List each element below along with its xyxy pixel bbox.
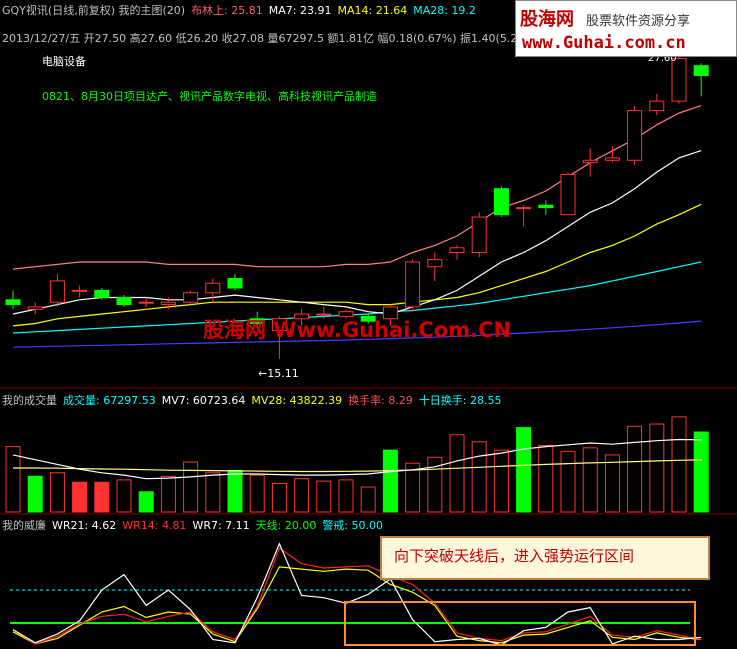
candle-body: [27, 306, 43, 310]
logo-url: www.Guhai.com.cn: [522, 33, 686, 53]
candle-body: [5, 299, 21, 306]
candle-body: [560, 173, 576, 216]
mv7-value: MV7: 60723.64: [161, 394, 246, 407]
candle-body: [138, 301, 154, 304]
low-label: ←15.11: [258, 367, 299, 380]
volume-bar: [294, 478, 310, 513]
wr-title: 我的威廉: [2, 519, 46, 532]
sky-line-value: 天线: 20.00: [255, 519, 317, 532]
mv28-value: MV28: 43822.39: [251, 394, 343, 407]
volume-bar: [160, 475, 176, 513]
volume-bar: [582, 447, 598, 513]
volume-bar: [493, 449, 509, 513]
boll-value: 布林上: 25.81: [191, 4, 263, 17]
volume-bar: [649, 423, 665, 513]
volume-bar: [671, 416, 687, 513]
ma7-line: [12, 150, 702, 315]
ohlc-info: 2013/12/27/五 开27.50 高27.60 低26.20 收27.08…: [2, 32, 518, 45]
candle-body: [627, 110, 643, 161]
candle-body: [94, 289, 110, 298]
volume-bar: [560, 450, 576, 513]
volume-bar: [94, 481, 110, 513]
ma28-value: MA28: 19.2: [413, 4, 476, 17]
volume-value: 成交量: 67297.53: [63, 394, 156, 407]
volume-bar: [271, 482, 287, 513]
annotation-box: 向下突破天线后，进入强势运行区间: [380, 536, 710, 580]
candle-body: [516, 207, 532, 210]
candle-body: [493, 188, 509, 216]
volume-title: 我的成交量: [2, 394, 57, 407]
sector-label: 电脑设备: [42, 55, 86, 68]
volume-bar: [49, 472, 65, 513]
volume-bar: [116, 479, 132, 513]
candle-body: [582, 159, 598, 164]
volume-bar: [227, 469, 243, 513]
ma7-value: MA7: 23.91: [268, 4, 332, 17]
candle-body: [72, 289, 88, 292]
wr7-value: WR7: 7.11: [192, 519, 250, 532]
turnover10-value: 十日换手: 28.55: [418, 394, 502, 407]
main-header: GQY视讯(日线,前复权) 我的主图(20) 布林上: 25.81 MA7: 23.…: [2, 2, 482, 18]
volume-bar: [249, 474, 265, 513]
candle-body: [405, 261, 421, 308]
candle-body: [538, 204, 554, 209]
logo-slogan: 股票软件资源分享: [586, 14, 691, 29]
ma14-value: MA14: 21.64: [337, 4, 408, 17]
candle-body: [227, 278, 243, 289]
logo-name: 股海网: [520, 9, 574, 30]
candle-body: [604, 157, 620, 161]
volume-bar: [449, 434, 465, 513]
volume-bar: [693, 431, 709, 513]
volume-bar: [627, 425, 643, 513]
boll-upper-line: [12, 105, 702, 270]
watermark: 股海网 Www.Guhai.Com.CN: [203, 318, 512, 342]
volume-bar: [382, 449, 398, 513]
candle-body: [649, 100, 665, 112]
mv28-line: [13, 459, 702, 473]
candle-body: [49, 280, 65, 303]
volume-bar: [316, 480, 332, 513]
candle-body: [671, 58, 687, 102]
volume-bar: [205, 472, 221, 513]
wr21-value: WR21: 4.62: [52, 519, 117, 532]
volume-header: 我的成交量 成交量: 67297.53 MV7: 60723.64 MV28: 438…: [2, 392, 508, 408]
volume-bar: [27, 475, 43, 513]
volume-bar: [138, 491, 154, 513]
candle-body: [693, 65, 709, 77]
volume-bar: [471, 441, 487, 513]
volume-bar: [360, 486, 376, 513]
ma14-line: [12, 203, 702, 327]
desc-label: 0821、8月30日项目达产、视讯产品数字电视、高科技视讯产品制造: [42, 90, 377, 103]
candle-body: [471, 216, 487, 254]
wr-header: 我的威廉 WR21: 4.62 WR14: 4.81 WR7: 7.11 天线: 20.…: [2, 517, 389, 533]
candle-body: [160, 301, 176, 306]
volume-bar: [538, 444, 554, 513]
mv7-line: [12, 438, 702, 480]
volume-bar: [338, 479, 354, 513]
volume-bar: [183, 461, 199, 513]
chart-title: GQY视讯(日线,前复权) 我的主图(20): [2, 4, 186, 17]
candle-body: [116, 296, 132, 306]
candle-body: [427, 259, 443, 268]
candle-body: [449, 247, 465, 254]
turnover-value: 换手率: 8.29: [348, 394, 413, 407]
volume-bar: [604, 454, 620, 513]
candle-body: [183, 292, 199, 303]
wr14-value: WR14: 4.81: [122, 519, 187, 532]
volume-bar: [72, 481, 88, 513]
volume-bar: [516, 427, 532, 513]
candle-body: [205, 282, 221, 294]
site-logo: 股海网 股票软件资源分享 www.Guhai.com.cn: [515, 0, 737, 57]
alert-line-value: 警戒: 50.00: [322, 519, 384, 532]
